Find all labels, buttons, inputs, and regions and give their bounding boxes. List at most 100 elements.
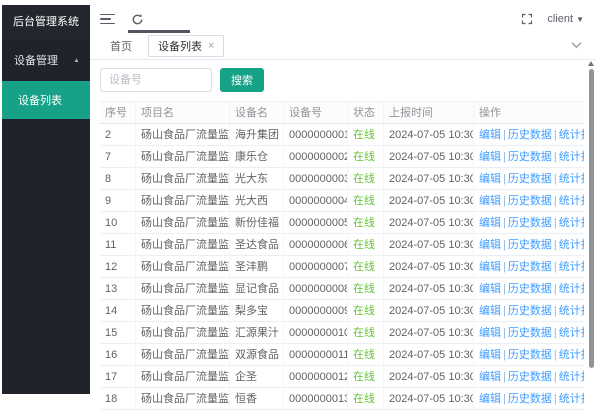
edit-link[interactable]: 编辑 bbox=[479, 217, 501, 229]
history-data-link[interactable]: 历史数据 bbox=[508, 195, 552, 207]
edit-link[interactable]: 编辑 bbox=[479, 305, 501, 317]
scrollbar[interactable] bbox=[587, 61, 595, 388]
separator: | bbox=[554, 129, 557, 141]
separator: | bbox=[503, 173, 506, 185]
history-data-link[interactable]: 历史数据 bbox=[508, 393, 552, 405]
refresh-icon[interactable] bbox=[131, 13, 144, 26]
search-button[interactable]: 搜索 bbox=[220, 68, 264, 92]
close-icon[interactable]: × bbox=[208, 41, 214, 52]
table-row: 7砀山食品厂流量监测康乐仓0000000002在线2024-07-05 10:3… bbox=[100, 146, 584, 168]
device-code-cell: 0000000003 bbox=[284, 168, 348, 190]
table-row: 13砀山食品厂流量监测显记食品0000000008在线2024-07-05 10… bbox=[100, 278, 584, 300]
statistics-report-link[interactable]: 统计报表 bbox=[559, 151, 584, 163]
history-data-link[interactable]: 历史数据 bbox=[508, 129, 552, 141]
history-data-link[interactable]: 历史数据 bbox=[508, 305, 552, 317]
project-cell: 砀山食品厂流量监测 bbox=[136, 190, 230, 212]
operations-cell: 编辑|历史数据|统计报表 bbox=[474, 256, 584, 278]
report-time-cell: 2024-07-05 10:30:12 bbox=[384, 366, 474, 388]
table-row: 8砀山食品厂流量监测光大东0000000003在线2024-07-05 10:3… bbox=[100, 168, 584, 190]
scrollbar-up-arrow-icon[interactable] bbox=[588, 61, 594, 66]
statistics-report-link[interactable]: 统计报表 bbox=[559, 239, 584, 251]
status-cell: 在线 bbox=[348, 278, 384, 300]
search-input[interactable] bbox=[100, 68, 212, 92]
edit-link[interactable]: 编辑 bbox=[479, 371, 501, 383]
operations-cell: 编辑|历史数据|统计报表 bbox=[474, 168, 584, 190]
table-row: 10砀山食品厂流量监测新份佳福0000000005在线2024-07-05 10… bbox=[100, 212, 584, 234]
device-code-cell: 0000000009 bbox=[284, 300, 348, 322]
hamburger-icon[interactable] bbox=[100, 14, 115, 25]
report-time-cell: 2024-07-05 10:30:11 bbox=[384, 212, 474, 234]
project-cell: 砀山食品厂流量监测 bbox=[136, 278, 230, 300]
tab-home[interactable]: 首页 bbox=[100, 35, 142, 57]
history-data-link[interactable]: 历史数据 bbox=[508, 349, 552, 361]
separator: | bbox=[503, 393, 506, 405]
separator: | bbox=[503, 195, 506, 207]
device-name-cell: 企圣 bbox=[230, 366, 284, 388]
history-data-link[interactable]: 历史数据 bbox=[508, 173, 552, 185]
statistics-report-link[interactable]: 统计报表 bbox=[559, 261, 584, 273]
history-data-link[interactable]: 历史数据 bbox=[508, 261, 552, 273]
device-name-cell: 圣沣鹏 bbox=[230, 256, 284, 278]
history-data-link[interactable]: 历史数据 bbox=[508, 327, 552, 339]
statistics-report-link[interactable]: 统计报表 bbox=[559, 371, 584, 383]
column-header: 状态 bbox=[348, 102, 384, 124]
user-name: client bbox=[547, 13, 573, 25]
edit-link[interactable]: 编辑 bbox=[479, 283, 501, 295]
history-data-link[interactable]: 历史数据 bbox=[508, 151, 552, 163]
statistics-report-link[interactable]: 统计报表 bbox=[559, 305, 584, 317]
history-data-link[interactable]: 历史数据 bbox=[508, 283, 552, 295]
project-cell: 砀山食品厂流量监测 bbox=[136, 344, 230, 366]
status-cell: 在线 bbox=[348, 300, 384, 322]
serial-cell: 8 bbox=[100, 168, 136, 190]
statistics-report-link[interactable]: 统计报表 bbox=[559, 349, 584, 361]
status-cell: 在线 bbox=[348, 388, 384, 410]
edit-link[interactable]: 编辑 bbox=[479, 129, 501, 141]
edit-link[interactable]: 编辑 bbox=[479, 239, 501, 251]
app-frame: 后台管理系统 设备管理 ▲ 设备列表 bbox=[2, 5, 596, 394]
statistics-report-link[interactable]: 统计报表 bbox=[559, 195, 584, 207]
table-row: 11砀山食品厂流量监测圣达食品0000000006在线2024-07-05 10… bbox=[100, 234, 584, 256]
edit-link[interactable]: 编辑 bbox=[479, 261, 501, 273]
device-code-cell: 0000000010 bbox=[284, 322, 348, 344]
serial-cell: 11 bbox=[100, 234, 136, 256]
separator: | bbox=[554, 239, 557, 251]
fullscreen-icon[interactable] bbox=[521, 13, 533, 25]
edit-link[interactable]: 编辑 bbox=[479, 151, 501, 163]
edit-link[interactable]: 编辑 bbox=[479, 195, 501, 207]
project-cell: 砀山食品厂流量监测 bbox=[136, 234, 230, 256]
history-data-link[interactable]: 历史数据 bbox=[508, 217, 552, 229]
user-dropdown[interactable]: client ▼ bbox=[547, 13, 584, 25]
column-header: 序号 bbox=[100, 102, 136, 124]
sidebar-item-device-list[interactable]: 设备列表 bbox=[2, 81, 90, 119]
separator: | bbox=[503, 327, 506, 339]
sidebar-item-device-management[interactable]: 设备管理 ▲ bbox=[2, 39, 90, 81]
separator: | bbox=[554, 371, 557, 383]
edit-link[interactable]: 编辑 bbox=[479, 173, 501, 185]
edit-link[interactable]: 编辑 bbox=[479, 393, 501, 405]
statistics-report-link[interactable]: 统计报表 bbox=[559, 217, 584, 229]
statistics-report-link[interactable]: 统计报表 bbox=[559, 173, 584, 185]
column-header: 操作 bbox=[474, 102, 584, 124]
scrollbar-thumb[interactable] bbox=[589, 69, 594, 368]
separator: | bbox=[503, 349, 506, 361]
history-data-link[interactable]: 历史数据 bbox=[508, 239, 552, 251]
report-time-cell: 2024-07-05 10:30:20 bbox=[384, 256, 474, 278]
statistics-report-link[interactable]: 统计报表 bbox=[559, 327, 584, 339]
statistics-report-link[interactable]: 统计报表 bbox=[559, 129, 584, 141]
table-row: 9砀山食品厂流量监测光大西0000000004在线2024-07-05 10:3… bbox=[100, 190, 584, 212]
operations-cell: 编辑|历史数据|统计报表 bbox=[474, 300, 584, 322]
tab-device-list[interactable]: 设备列表 × bbox=[148, 35, 224, 57]
history-data-link[interactable]: 历史数据 bbox=[508, 371, 552, 383]
report-time-cell: 2024-07-05 10:30:04 bbox=[384, 278, 474, 300]
statistics-report-link[interactable]: 统计报表 bbox=[559, 283, 584, 295]
report-time-cell: 2024-07-05 10:30:07 bbox=[384, 344, 474, 366]
edit-link[interactable]: 编辑 bbox=[479, 327, 501, 339]
serial-cell: 16 bbox=[100, 344, 136, 366]
device-name-cell: 康乐仓 bbox=[230, 146, 284, 168]
edit-link[interactable]: 编辑 bbox=[479, 349, 501, 361]
report-time-cell: 2024-07-05 10:30:14 bbox=[384, 388, 474, 410]
statistics-report-link[interactable]: 统计报表 bbox=[559, 393, 584, 405]
tabs-chevron-down-icon[interactable] bbox=[571, 41, 582, 49]
device-code-cell: 0000000007 bbox=[284, 256, 348, 278]
report-time-cell: 2024-07-05 10:30:17 bbox=[384, 234, 474, 256]
